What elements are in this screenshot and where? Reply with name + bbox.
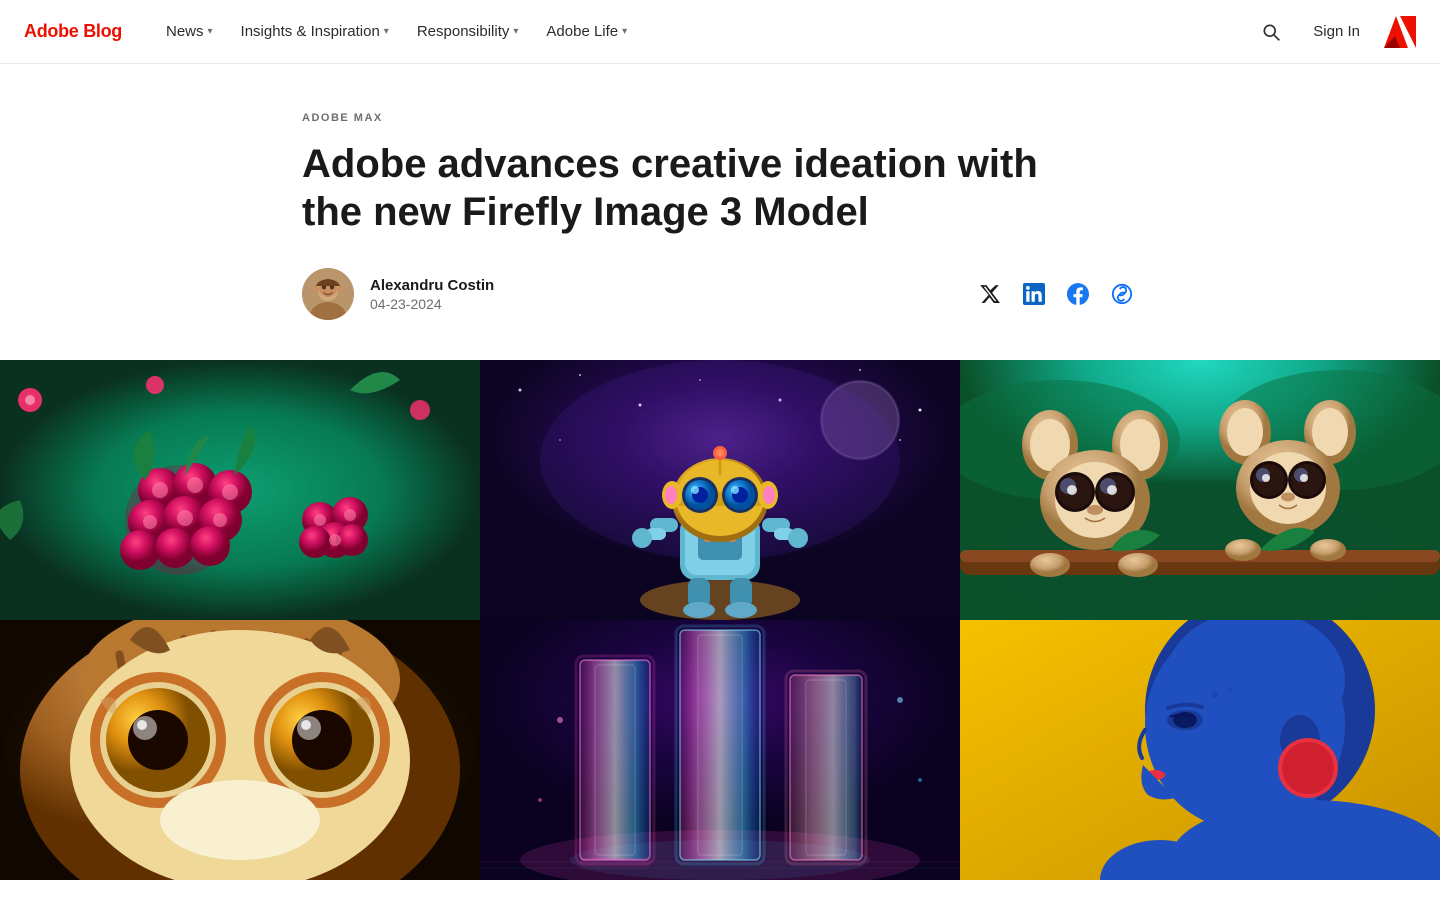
nav-item-insights[interactable]: Insights & Inspiration ▾ [229, 15, 401, 48]
share-facebook-button[interactable] [1062, 278, 1094, 310]
grid-cell-raspberry [0, 360, 480, 620]
glass-scene [480, 620, 960, 880]
sign-in-button[interactable]: Sign In [1305, 15, 1368, 48]
article-header: ADOBE MAX Adobe advances creative ideati… [0, 112, 1440, 320]
nav-item-adobe-life[interactable]: Adobe Life ▾ [534, 15, 639, 48]
search-icon [1261, 22, 1281, 42]
chevron-down-icon: ▾ [208, 26, 213, 37]
share-linkedin-button[interactable] [1018, 278, 1050, 310]
author-avatar [302, 268, 354, 320]
robot-scene [480, 360, 960, 620]
main-navigation: Adobe Blog News ▾ Insights & Inspiration… [0, 0, 1440, 64]
grid-cell-owl [0, 620, 480, 880]
lemur-scene [960, 360, 1440, 620]
nav-links: News ▾ Insights & Inspiration ▾ Responsi… [154, 15, 1253, 48]
nav-item-responsibility[interactable]: Responsibility ▾ [405, 15, 531, 48]
search-button[interactable] [1253, 14, 1289, 50]
linkedin-icon [1023, 283, 1045, 305]
author-date: 04-23-2024 [370, 296, 494, 312]
chevron-down-icon: ▾ [622, 26, 627, 37]
grid-cell-robot [480, 360, 960, 620]
article-title: Adobe advances creative ideation with th… [302, 140, 1062, 236]
nav-right: Sign In [1253, 14, 1416, 50]
author-row: Alexandru Costin 04-23-2024 [302, 268, 1138, 320]
share-link-button[interactable] [1106, 278, 1138, 310]
author-name: Alexandru Costin [370, 277, 494, 294]
owl-scene [0, 620, 480, 880]
share-icons [974, 278, 1138, 310]
grid-cell-glass [480, 620, 960, 880]
adobe-logo-icon [1384, 16, 1416, 48]
grid-cell-lemur [960, 360, 1440, 620]
image-grid [0, 360, 1440, 880]
woman-scene [960, 620, 1440, 880]
author-info: Alexandru Costin 04-23-2024 [302, 268, 494, 320]
facebook-icon [1067, 283, 1089, 305]
article-category: ADOBE MAX [302, 112, 1138, 124]
share-twitter-button[interactable] [974, 278, 1006, 310]
avatar-image [302, 268, 354, 320]
chevron-down-icon: ▾ [513, 26, 518, 37]
raspberry-scene [0, 360, 480, 620]
grid-cell-woman [960, 620, 1440, 880]
twitter-x-icon [979, 283, 1001, 305]
site-logo[interactable]: Adobe Blog [24, 21, 122, 42]
chevron-down-icon: ▾ [384, 26, 389, 37]
link-icon [1111, 283, 1133, 305]
nav-item-news[interactable]: News ▾ [154, 15, 225, 48]
author-meta: Alexandru Costin 04-23-2024 [370, 277, 494, 312]
